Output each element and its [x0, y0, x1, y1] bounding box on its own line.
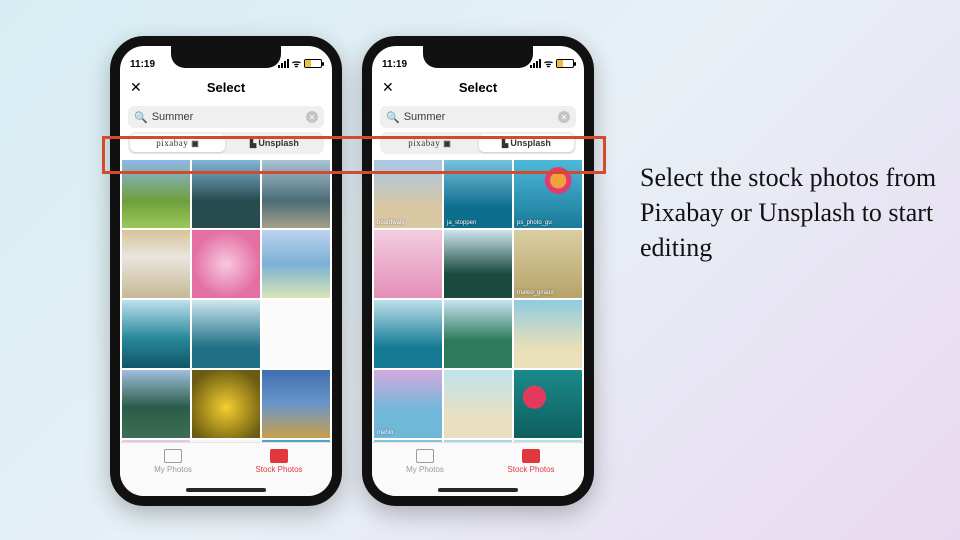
photo-thumbnail[interactable] [444, 230, 512, 298]
close-button[interactable]: ✕ [130, 79, 142, 96]
photo-thumbnail[interactable] [262, 160, 330, 228]
unsplash-logo: Unsplash [250, 138, 299, 148]
wifi-icon: ᯤ [292, 56, 301, 70]
search-icon: 🔍 [386, 111, 400, 124]
photo-thumbnail[interactable] [192, 370, 260, 438]
notch [423, 46, 533, 68]
photo-thumbnail[interactable]: boardwalk [374, 160, 442, 228]
unsplash-logo: Unsplash [502, 138, 551, 148]
photo-credit: mehlo [377, 430, 393, 436]
photo-credit: mateo_giraud [517, 290, 554, 296]
search-input[interactable]: Summer [152, 111, 302, 123]
photo-thumbnail[interactable] [444, 300, 512, 368]
battery-icon [556, 59, 574, 68]
photo-thumbnail[interactable]: mehlo [374, 370, 442, 438]
stock-photos-icon [522, 449, 540, 463]
nav-title: Select [459, 80, 497, 95]
pixabay-logo: pixabay [408, 138, 440, 148]
phone: 11:19 ᯤ ✕ Select 🔍 Summer ✕ pixabay▣ Unspla… [110, 36, 342, 506]
photo-thumbnail[interactable] [514, 370, 582, 438]
status-time: 11:19 [130, 59, 155, 70]
search-bar[interactable]: 🔍 Summer ✕ [128, 106, 324, 128]
wifi-icon: ᯤ [544, 56, 553, 70]
photo-thumbnail[interactable] [122, 160, 190, 228]
my-photos-icon [416, 449, 434, 463]
close-button[interactable]: ✕ [382, 79, 394, 96]
photo-thumbnail[interactable] [262, 370, 330, 438]
home-indicator [186, 488, 266, 492]
photo-thumbnail[interactable] [192, 230, 260, 298]
provider-unsplash[interactable]: Unsplash [227, 134, 322, 152]
photo-thumbnail[interactable]: mateo_giraud [514, 230, 582, 298]
photo-thumbnail[interactable] [122, 370, 190, 438]
provider-pixabay[interactable]: pixabay▣ [382, 134, 477, 152]
provider-segmented-control: pixabay▣ Unsplash [380, 132, 576, 154]
photo-thumbnail[interactable] [444, 370, 512, 438]
nav-title: Select [207, 80, 245, 95]
nav-bar: ✕ Select [372, 72, 584, 102]
search-bar[interactable]: 🔍 Summer ✕ [380, 106, 576, 128]
search-input[interactable]: Summer [404, 111, 554, 123]
provider-segmented-control: pixabay▣ Unsplash [128, 132, 324, 154]
photo-credit: ps_photo_gu [517, 220, 552, 226]
photo-thumbnail[interactable] [122, 230, 190, 298]
pixabay-logo: pixabay [156, 138, 188, 148]
photo-thumbnail[interactable]: ps_photo_gu [514, 160, 582, 228]
tab-label: My Photos [154, 465, 192, 474]
my-photos-icon [164, 449, 182, 463]
phone: 11:19 ᯤ ✕ Select 🔍 Summer ✕ pixabay▣ Unspla… [362, 36, 594, 506]
nav-bar: ✕ Select [120, 72, 332, 102]
camera-icon: ▣ [191, 139, 199, 148]
clear-search-button[interactable]: ✕ [306, 111, 318, 123]
photo-thumbnail[interactable] [374, 230, 442, 298]
stock-photos-icon [270, 449, 288, 463]
photo-thumbnail[interactable] [514, 300, 582, 368]
photo-thumbnail[interactable]: ja_stoppen [444, 160, 512, 228]
photo-thumbnail[interactable] [374, 300, 442, 368]
battery-icon [304, 59, 322, 68]
home-indicator [438, 488, 518, 492]
tab-label: My Photos [406, 465, 444, 474]
tab-label: Stock Photos [255, 465, 302, 474]
search-icon: 🔍 [134, 111, 148, 124]
photo-thumbnail[interactable] [122, 300, 190, 368]
status-time: 11:19 [382, 59, 407, 70]
tab-label: Stock Photos [507, 465, 554, 474]
photo-thumbnail[interactable] [192, 300, 260, 368]
provider-unsplash[interactable]: Unsplash [479, 134, 574, 152]
provider-pixabay[interactable]: pixabay▣ [130, 134, 225, 152]
photo-thumbnail[interactable] [262, 230, 330, 298]
photo-thumbnail[interactable] [262, 300, 330, 368]
clear-search-button[interactable]: ✕ [558, 111, 570, 123]
notch [171, 46, 281, 68]
instruction-text: Select the stock photos from Pixabay or … [640, 160, 940, 265]
phone-mockups: 11:19 ᯤ ✕ Select🔍 Summer ✕pixabay▣Unspla… [110, 36, 594, 506]
photo-credit: boardwalk [377, 220, 404, 226]
photo-thumbnail[interactable] [192, 160, 260, 228]
photo-credit: ja_stoppen [447, 220, 476, 226]
camera-icon: ▣ [443, 139, 451, 148]
